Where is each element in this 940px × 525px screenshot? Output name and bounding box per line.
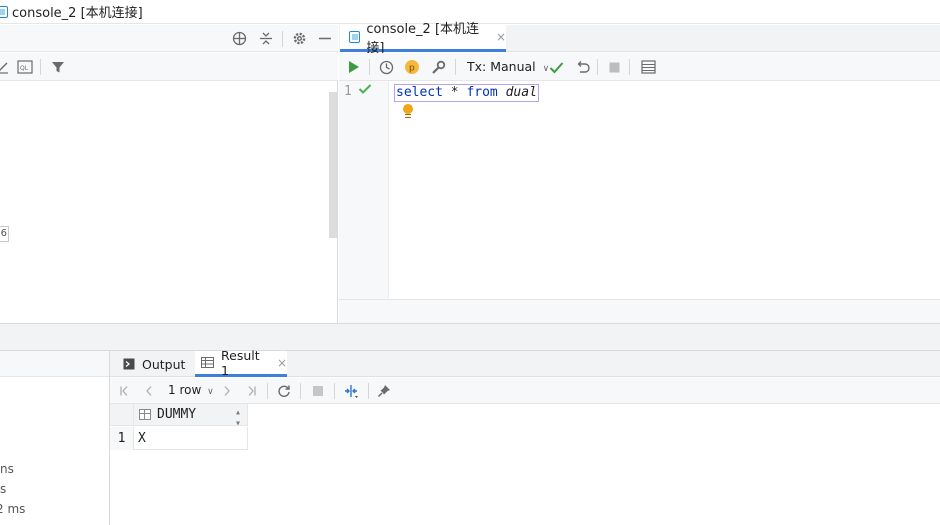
- keyword-from: from: [466, 85, 498, 100]
- row-count-dropdown[interactable]: 1 row ∨: [168, 383, 214, 397]
- explorer-toolbar: QL: [0, 53, 338, 81]
- window-title: console_2 [本机连接]: [12, 6, 143, 21]
- minimize-icon[interactable]: [316, 29, 334, 47]
- separator: [455, 59, 456, 75]
- execute-button[interactable]: [345, 58, 363, 76]
- results-panel: Output Result 1 × 1 row ∨ DUMMY ▴ ▾ 1 X: [110, 347, 940, 525]
- tab-output-label: Output: [142, 356, 186, 372]
- editor-status-strip: [339, 299, 940, 323]
- last-page-icon[interactable]: [242, 382, 260, 400]
- output-layout-icon[interactable]: [639, 58, 657, 76]
- services-panel: ns s 2 ms: [0, 351, 110, 525]
- line-number: 1: [344, 84, 352, 99]
- separator: [597, 59, 598, 75]
- separator: [629, 59, 630, 75]
- console-output-icon: [123, 358, 135, 370]
- svg-text:p: p: [409, 64, 415, 74]
- ide-window: console_2 [本机连接] QL 6 console_2 [本机连接] ×…: [0, 0, 940, 525]
- close-icon[interactable]: ×: [496, 30, 506, 44]
- first-page-icon[interactable]: [116, 382, 134, 400]
- timing-text: ns: [0, 462, 14, 476]
- results-tab-bar: Output Result 1 ×: [110, 347, 940, 378]
- column-icon: [139, 409, 151, 420]
- wrench-icon[interactable]: [429, 58, 447, 76]
- editor-toolbar: p Tx: Manual ∨: [339, 53, 940, 81]
- separator: [40, 59, 41, 75]
- close-icon[interactable]: ×: [277, 356, 287, 370]
- services-header: [0, 351, 109, 377]
- sql-statement[interactable]: select * from dual: [394, 84, 539, 102]
- filter-icon[interactable]: [49, 58, 67, 76]
- grid-corner[interactable]: [110, 404, 134, 426]
- table-icon: [201, 357, 214, 368]
- column-header-dummy[interactable]: DUMMY ▴ ▾: [134, 404, 248, 429]
- rollback-button[interactable]: [573, 58, 591, 76]
- svg-text:QL: QL: [20, 65, 29, 72]
- horizontal-splitter[interactable]: [0, 323, 940, 351]
- row-count-label: 1 row: [168, 383, 202, 397]
- separator: [282, 31, 283, 47]
- column-header-label: DUMMY: [157, 407, 197, 422]
- locate-icon[interactable]: [230, 29, 248, 47]
- checkmark-icon: [358, 83, 372, 99]
- tab-console-2[interactable]: console_2 [本机连接] ×: [340, 22, 506, 56]
- operator-star: *: [450, 85, 459, 100]
- tab-label: console_2 [本机连接]: [366, 22, 480, 56]
- explorer-scrollbar[interactable]: [329, 92, 337, 238]
- edit-icon[interactable]: [0, 58, 12, 76]
- sql-console-icon[interactable]: QL: [16, 58, 34, 76]
- tab-output[interactable]: Output: [115, 351, 195, 377]
- separator: [267, 383, 268, 399]
- separator: [300, 383, 301, 399]
- gear-icon[interactable]: [290, 29, 308, 47]
- editor-tab-bar: console_2 [本机连接] ×: [339, 22, 940, 56]
- transpose-icon[interactable]: [342, 382, 360, 400]
- database-explorer-panel: QL 6: [0, 25, 338, 323]
- separator: [334, 383, 335, 399]
- transaction-mode-label: Tx: Manual: [467, 59, 536, 74]
- timing-text: 2 ms: [0, 502, 26, 516]
- separator: [369, 59, 370, 75]
- tab-result-1[interactable]: Result 1 ×: [195, 347, 287, 378]
- stop-button[interactable]: [605, 58, 623, 76]
- console-icon: [349, 31, 361, 43]
- pin-icon[interactable]: [375, 382, 393, 400]
- separator: [368, 383, 369, 399]
- history-icon[interactable]: [377, 58, 395, 76]
- keyword-select: select: [396, 85, 443, 100]
- lightbulb-icon[interactable]: [402, 104, 414, 120]
- refresh-icon[interactable]: [275, 382, 293, 400]
- results-toolbar: 1 row ∨: [110, 378, 940, 404]
- table-identifier: dual: [505, 85, 537, 100]
- stop-button[interactable]: [309, 382, 327, 400]
- transaction-mode-dropdown[interactable]: Tx: Manual ∨: [467, 59, 549, 74]
- line-gutter: 1: [339, 81, 389, 299]
- count-badge: 6: [0, 226, 9, 242]
- collapse-all-icon[interactable]: [257, 29, 275, 47]
- next-page-icon[interactable]: [218, 382, 236, 400]
- chevron-down-icon: ∨: [207, 387, 214, 397]
- profile-icon[interactable]: p: [403, 58, 421, 76]
- timing-text: s: [0, 482, 7, 496]
- tab-result-label: Result 1: [221, 347, 260, 378]
- table-cell[interactable]: X: [134, 427, 248, 450]
- console-icon: [0, 5, 8, 18]
- previous-page-icon[interactable]: [140, 382, 158, 400]
- query-editor: console_2 [本机连接] × p Tx: Manual ∨ 1 sele…: [339, 22, 940, 323]
- explorer-header: [0, 25, 338, 52]
- commit-button[interactable]: [547, 58, 565, 76]
- row-number[interactable]: 1: [110, 427, 134, 450]
- sort-icon[interactable]: ▴ ▾: [235, 407, 241, 429]
